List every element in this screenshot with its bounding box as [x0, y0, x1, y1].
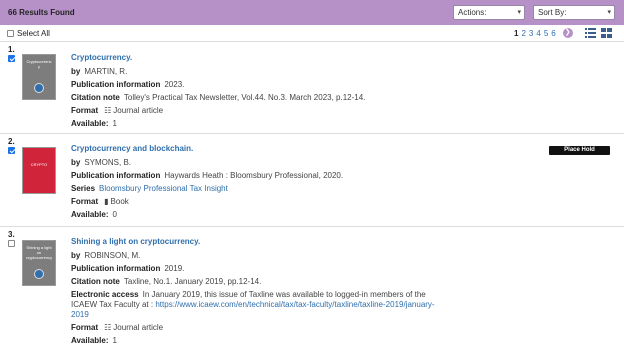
sort-by-dropdown[interactable]: Sort By: ▾: [533, 5, 615, 20]
available-value: 0: [112, 210, 117, 219]
record-checkbox[interactable]: [8, 147, 15, 154]
next-page-icon[interactable]: ❯: [562, 28, 573, 38]
available-value: 1: [112, 336, 117, 345]
chevron-down-icon: ▾: [607, 9, 611, 16]
electronic-access-label: Electronic access: [71, 290, 139, 299]
electronic-access-link[interactable]: https://www.icaew.com/en/technical/tax/t…: [155, 300, 434, 309]
electronic-access-text-cont: ICAEW Tax Faculty at :: [71, 300, 154, 309]
cover-image[interactable]: Shining a light on cryptocurrency: [22, 240, 56, 286]
page-link-2[interactable]: 2: [521, 29, 525, 38]
chevron-down-icon: ▾: [517, 9, 521, 16]
format-label: Format: [71, 197, 99, 206]
format-label: Format: [71, 106, 99, 115]
page-link-4[interactable]: 4: [536, 29, 540, 38]
cover-logo-icon: [34, 83, 44, 93]
by-label: by: [71, 67, 81, 76]
available-label: Available:: [71, 210, 109, 219]
series-label: Series: [71, 184, 96, 193]
page-link-1[interactable]: 1: [514, 29, 518, 38]
page-link-5[interactable]: 5: [544, 29, 548, 38]
cover-logo-icon: [34, 269, 44, 279]
citation-label: Citation note: [71, 277, 120, 286]
sort-by-dropdown-label: Sort By:: [538, 8, 567, 17]
publication-label: Publication information: [71, 80, 161, 89]
cover-title: Cryptocurrenc y: [26, 59, 52, 69]
author-value: ROBINSON, M.: [84, 251, 141, 260]
publication-value: 2023.: [164, 80, 185, 89]
cover-image[interactable]: Cryptocurrenc y: [22, 54, 56, 100]
record-title-link[interactable]: Cryptocurrency and blockchain.: [71, 144, 343, 153]
record-checkbox[interactable]: [8, 55, 15, 62]
publication-label: Publication information: [71, 264, 161, 273]
actions-dropdown[interactable]: Actions: ▾: [453, 5, 525, 20]
journal-article-icon: ☷: [104, 323, 112, 332]
available-label: Available:: [71, 336, 109, 345]
select-all-checkbox[interactable]: [7, 30, 14, 37]
results-count: 66 Results Found: [8, 8, 75, 17]
by-label: by: [71, 158, 81, 167]
available-label: Available:: [71, 119, 109, 128]
divider: [0, 226, 624, 227]
record-number: 3.: [8, 230, 15, 239]
author-value: SYMONS, B.: [84, 158, 132, 167]
list-view-icon[interactable]: [585, 28, 596, 38]
citation-value: Taxline, No.1. January 2019, pp.12-14.: [123, 277, 262, 286]
available-value: 1: [112, 119, 117, 128]
record-fields: Cryptocurrency. by MARTIN, R. Publication…: [71, 53, 365, 132]
cover-title: CRYPTO: [30, 162, 48, 167]
page-link-6[interactable]: 6: [551, 29, 555, 38]
format-value: Book: [110, 197, 129, 206]
format-value: Journal article: [113, 323, 164, 332]
record-fields: Shining a light on cryptocurrency. by ROB…: [71, 237, 435, 349]
actions-dropdown-label: Actions:: [458, 8, 487, 17]
record-fields: Cryptocurrency and blockchain. by SYMONS,…: [71, 144, 343, 223]
cover-image[interactable]: CRYPTO: [22, 147, 56, 194]
record-number: 1.: [8, 45, 15, 54]
publication-value: Haywards Heath : Bloomsbury Professional…: [164, 171, 344, 180]
results-header-bar: 66 Results Found Actions: ▾ Sort By: ▾: [0, 0, 624, 25]
electronic-access-text: In January 2019, this issue of Taxline w…: [142, 290, 426, 299]
record-title-link[interactable]: Shining a light on cryptocurrency.: [71, 237, 435, 246]
format-value: Journal article: [113, 106, 164, 115]
record-checkbox[interactable]: [8, 240, 15, 247]
pagination: 1 2 3 4 5 6 ❯: [514, 28, 573, 38]
author-value: MARTIN, R.: [84, 67, 128, 76]
page-link-3[interactable]: 3: [529, 29, 533, 38]
record-number: 2.: [8, 137, 15, 146]
select-all[interactable]: Select All: [7, 29, 50, 38]
journal-article-icon: ☷: [104, 106, 112, 115]
record-title-link[interactable]: Cryptocurrency.: [71, 53, 365, 62]
cover-title: Shining a light on cryptocurrency: [25, 245, 53, 260]
publication-value: 2019.: [164, 264, 185, 273]
divider: [0, 41, 624, 42]
grid-view-icon[interactable]: [601, 28, 612, 38]
book-icon: ▮: [104, 197, 109, 206]
select-all-label: Select All: [17, 29, 50, 38]
by-label: by: [71, 251, 81, 260]
citation-label: Citation note: [71, 93, 120, 102]
divider: [0, 133, 624, 134]
series-link[interactable]: Bloomsbury Professional Tax Insight: [99, 184, 228, 193]
citation-value: Tolley's Practical Tax Newsletter, Vol.4…: [123, 93, 366, 102]
place-hold-button[interactable]: Place Hold: [549, 146, 610, 155]
publication-label: Publication information: [71, 171, 161, 180]
format-label: Format: [71, 323, 99, 332]
electronic-access-link-cont[interactable]: 2019: [71, 310, 89, 319]
